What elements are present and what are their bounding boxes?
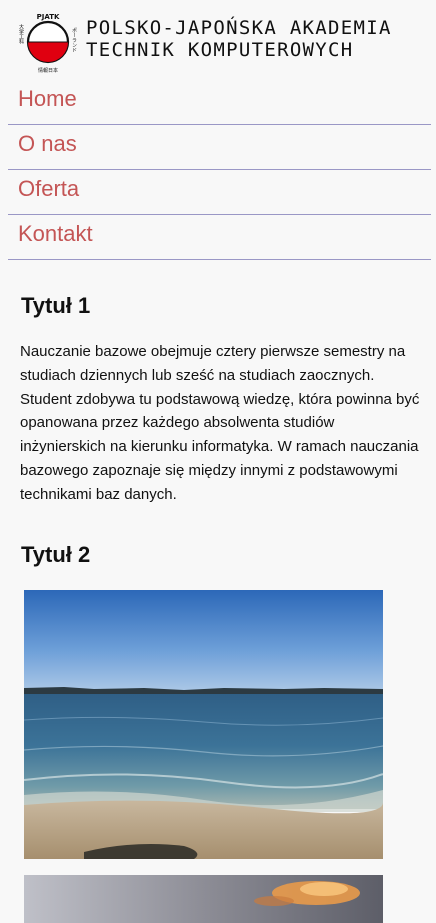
beach-photo [24, 590, 383, 859]
section-1-title: Tytuł 1 [21, 293, 91, 318]
nav-link-kontakt[interactable]: Kontakt [18, 220, 93, 248]
svg-text:情報日本: 情報日本 [38, 67, 58, 74]
brand-line-2: TECHNIK KOMPUTEROWYCH [86, 39, 354, 61]
svg-text:ポーランド: ポーランド [71, 28, 77, 53]
sunset-photo [24, 875, 383, 923]
site-header: PJATK ポーランド 大学工科 情報日本 POLSKO-JAPOŃSKA AK… [0, 0, 436, 80]
brand-line-1: POLSKO-JAPOŃSKA AKADEMIA [86, 17, 392, 39]
svg-text:大学工科: 大学工科 [18, 23, 24, 45]
main-nav: Home O nas Oferta Kontakt [8, 80, 431, 260]
nav-item-o-nas[interactable]: O nas [8, 125, 431, 170]
nav-item-home[interactable]: Home [8, 80, 431, 125]
nav-link-home[interactable]: Home [18, 85, 77, 113]
nav-link-oferta[interactable]: Oferta [18, 175, 79, 203]
site-brand[interactable]: POLSKO-JAPOŃSKA AKADEMIA TECHNIK KOMPUTE… [86, 17, 432, 61]
svg-text:PJATK: PJATK [37, 13, 60, 21]
section-1-paragraph: Nauczanie bazowe obejmuje cztery pierwsz… [20, 343, 420, 503]
nav-item-oferta[interactable]: Oferta [8, 170, 431, 215]
section-2-title: Tytuł 2 [21, 542, 91, 567]
nav-item-kontakt[interactable]: Kontakt [8, 215, 431, 260]
nav-link-o-nas[interactable]: O nas [18, 130, 77, 158]
pjatk-logo[interactable]: PJATK ポーランド 大学工科 情報日本 [16, 10, 80, 74]
